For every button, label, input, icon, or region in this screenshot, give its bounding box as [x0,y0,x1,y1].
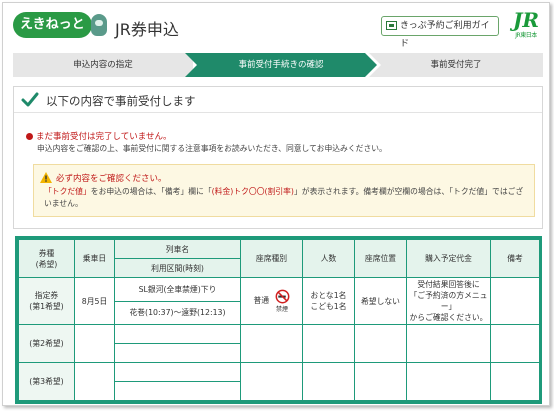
header-remarks: 備考 [490,239,539,278]
guide-book-icon [386,21,397,30]
confirm-title: 以下の内容で事前受付します [46,94,196,108]
seat-type-cell: 普通 禁煙 [240,277,303,325]
preference-label: 指定券 (第1希望) [29,291,64,311]
jr-east-logo: JR JR東日本 [510,10,542,42]
train-cell: SL銀河(全車禁煙)下り [114,277,241,302]
people-cell [302,324,355,363]
header-seat-position: 座席位置 [354,239,407,278]
price-cell [406,362,491,401]
warning-icon [40,172,52,183]
tokudane-term: 「トクだ値」 [44,187,91,196]
remarks-cell [490,277,539,325]
section-cell: 花巻(10:37)～遠野(12:13) [114,300,241,325]
preference-cell: (第2希望) [18,324,75,363]
no-smoking-indicator: 禁煙 [275,289,290,313]
header-preference: 券種 (希望) [18,239,75,278]
preference-cell: 指定券 (第1希望) [18,277,75,325]
header-preference-label: 券種 (希望) [35,248,58,269]
confirm-description: 申込内容をご確認の上、事前受付に関する注意事項をお読みいただき、同意してお申込み… [37,144,387,153]
remarks-cell [490,324,539,363]
notice-text-1: をお申込の場合は、「備考」欄に「 [90,187,212,196]
confirm-header: 以下の内容で事前受付します [14,87,542,113]
seat-type-cell [240,324,303,363]
people-label: おとな1名 こども1名 [310,291,347,311]
page-title: JR券申込 [115,20,179,39]
mascot-icon [91,14,107,36]
header-section: 利用区間(時刻) [114,258,241,278]
notice-title: 必ず内容をご確認ください。 [56,174,167,184]
status-text: まだ事前受付は完了していません。 [36,132,172,142]
date-cell [74,324,115,363]
step-complete: 事前受付完了 [369,53,543,77]
header-train-name: 列車名 [114,239,241,259]
price-label: 受付結果回答後に 「ご予約済の方メニュー」 からご確認ください。 [409,280,488,322]
jr-mark: JR [512,8,540,32]
alert-bullet-icon [26,133,33,140]
confirm-panel: 以下の内容で事前受付します まだ事前受付は完了していません。 申込内容をご確認の… [13,86,543,229]
step-confirm-current: 事前受付手続きの確認 [185,53,377,77]
seat-position-cell [354,362,407,401]
reservation-table: 券種 (希望) 乗車日 列車名 座席種別 人数 座席位置 購入予定代金 備考 利… [15,236,542,404]
people-cell: おとな1名 こども1名 [302,277,355,325]
table-row: 指定券 (第1希望) 8月5日 SL銀河(全車禁煙)下り 普通 禁煙 おとな1名… [18,277,539,325]
section-cell [114,381,241,401]
discount-term: (料金)トク〇〇(割引率) [211,187,294,196]
no-smoking-label: 禁煙 [276,306,289,313]
table-row: (第3希望) [18,362,539,401]
preference-cell: (第3希望) [18,362,75,401]
step-specify: 申込内容の指定 [13,53,193,77]
date-cell: 8月5日 [74,277,115,325]
train-cell [114,362,241,382]
ekinet-logo[interactable]: えきねっと [13,12,92,38]
no-smoking-icon [275,289,289,304]
notice-body: 「トクだ値」をお申込の場合は、「備考」欄に「(料金)トク〇〇(割引率)」が表示さ… [44,186,529,210]
header-date: 乗車日 [74,239,115,278]
page-frame: えきねっと JR券申込 きっぷ予約ご利用ガイド JR JR東日本 申込内容の指定… [2,2,550,406]
price-cell [406,324,491,363]
guide-button[interactable]: きっぷ予約ご利用ガイド [381,16,499,49]
checkmark-icon [21,92,39,107]
seat-type-label: 普通 [253,296,270,305]
date-cell [74,362,115,401]
header-price: 購入予定代金 [406,239,491,278]
notice-box: 必ず内容をご確認ください。 「トクだ値」をお申込の場合は、「備考」欄に「(料金)… [33,164,535,217]
guide-button-label: きっぷ予約ご利用ガイド [400,21,490,49]
header-seat-type: 座席種別 [240,239,303,278]
price-cell: 受付結果回答後に 「ご予約済の方メニュー」 からご確認ください。 [406,277,491,325]
header: えきねっと JR券申込 きっぷ予約ご利用ガイド JR JR東日本 [3,3,549,49]
remarks-cell [490,362,539,401]
section-cell [114,343,241,363]
people-cell [302,362,355,401]
train-cell [114,324,241,344]
status-warning: まだ事前受付は完了していません。 [26,130,172,142]
seat-position-cell: 希望しない [354,277,407,325]
progress-steps: 申込内容の指定 事前受付完了 事前受付手続きの確認 [13,53,543,77]
seat-type-cell [240,362,303,401]
table-row: (第2希望) [18,324,539,363]
seat-position-cell [354,324,407,363]
header-people: 人数 [302,239,355,278]
